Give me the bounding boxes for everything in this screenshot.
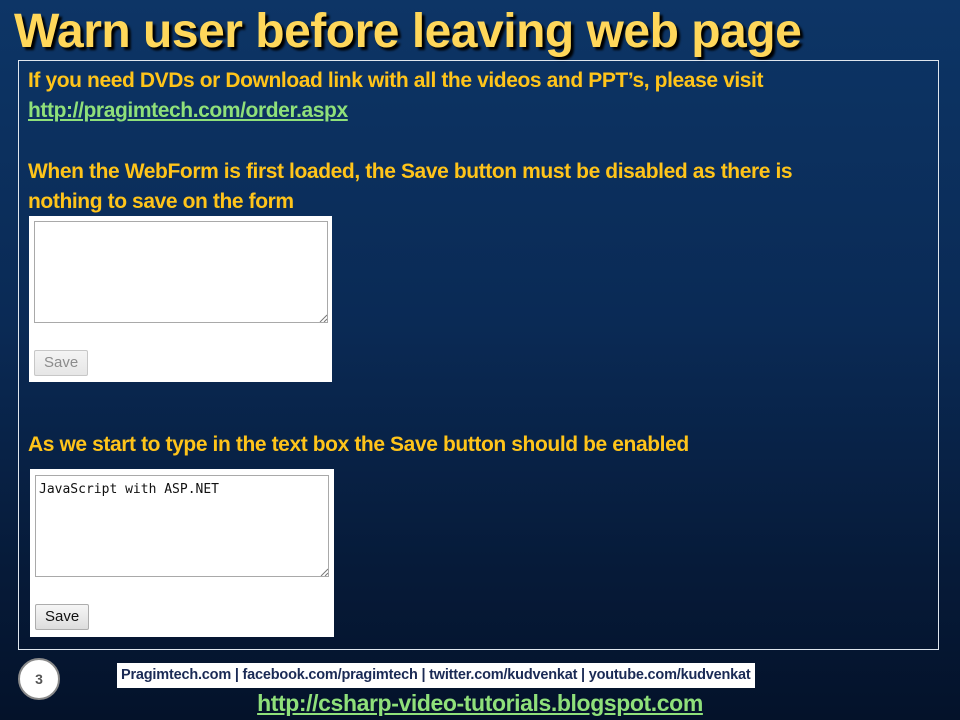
resize-grip-icon[interactable] xyxy=(319,314,327,322)
point2-text: As we start to type in the text box the … xyxy=(28,433,689,456)
order-link[interactable]: http://pragimtech.com/order.aspx xyxy=(28,99,348,122)
slide-title: Warn user before leaving web page xyxy=(14,5,802,58)
resize-grip-icon[interactable] xyxy=(320,568,328,576)
demo-panel-typed: JavaScript with ASP.NET Save xyxy=(30,469,334,637)
point1-line2: nothing to save on the form xyxy=(28,190,294,213)
footer-blog-link[interactable]: http://csharp-video-tutorials.blogspot.c… xyxy=(0,688,960,718)
footer-social-links: Pragimtech.com | facebook.com/pragimtech… xyxy=(117,663,755,688)
order-link-line: http://pragimtech.com/order.aspx xyxy=(28,96,348,126)
save-button-enabled[interactable]: Save xyxy=(35,604,90,630)
demo-panel-initial: Save xyxy=(29,216,332,382)
comments-textarea-empty[interactable] xyxy=(34,221,328,323)
comments-textarea-filled[interactable]: JavaScript with ASP.NET xyxy=(35,475,329,577)
point1-line1: When the WebForm is first loaded, the Sa… xyxy=(28,160,793,183)
intro-text: If you need DVDs or Download link with a… xyxy=(28,69,764,92)
save-button-disabled[interactable]: Save xyxy=(34,350,89,376)
